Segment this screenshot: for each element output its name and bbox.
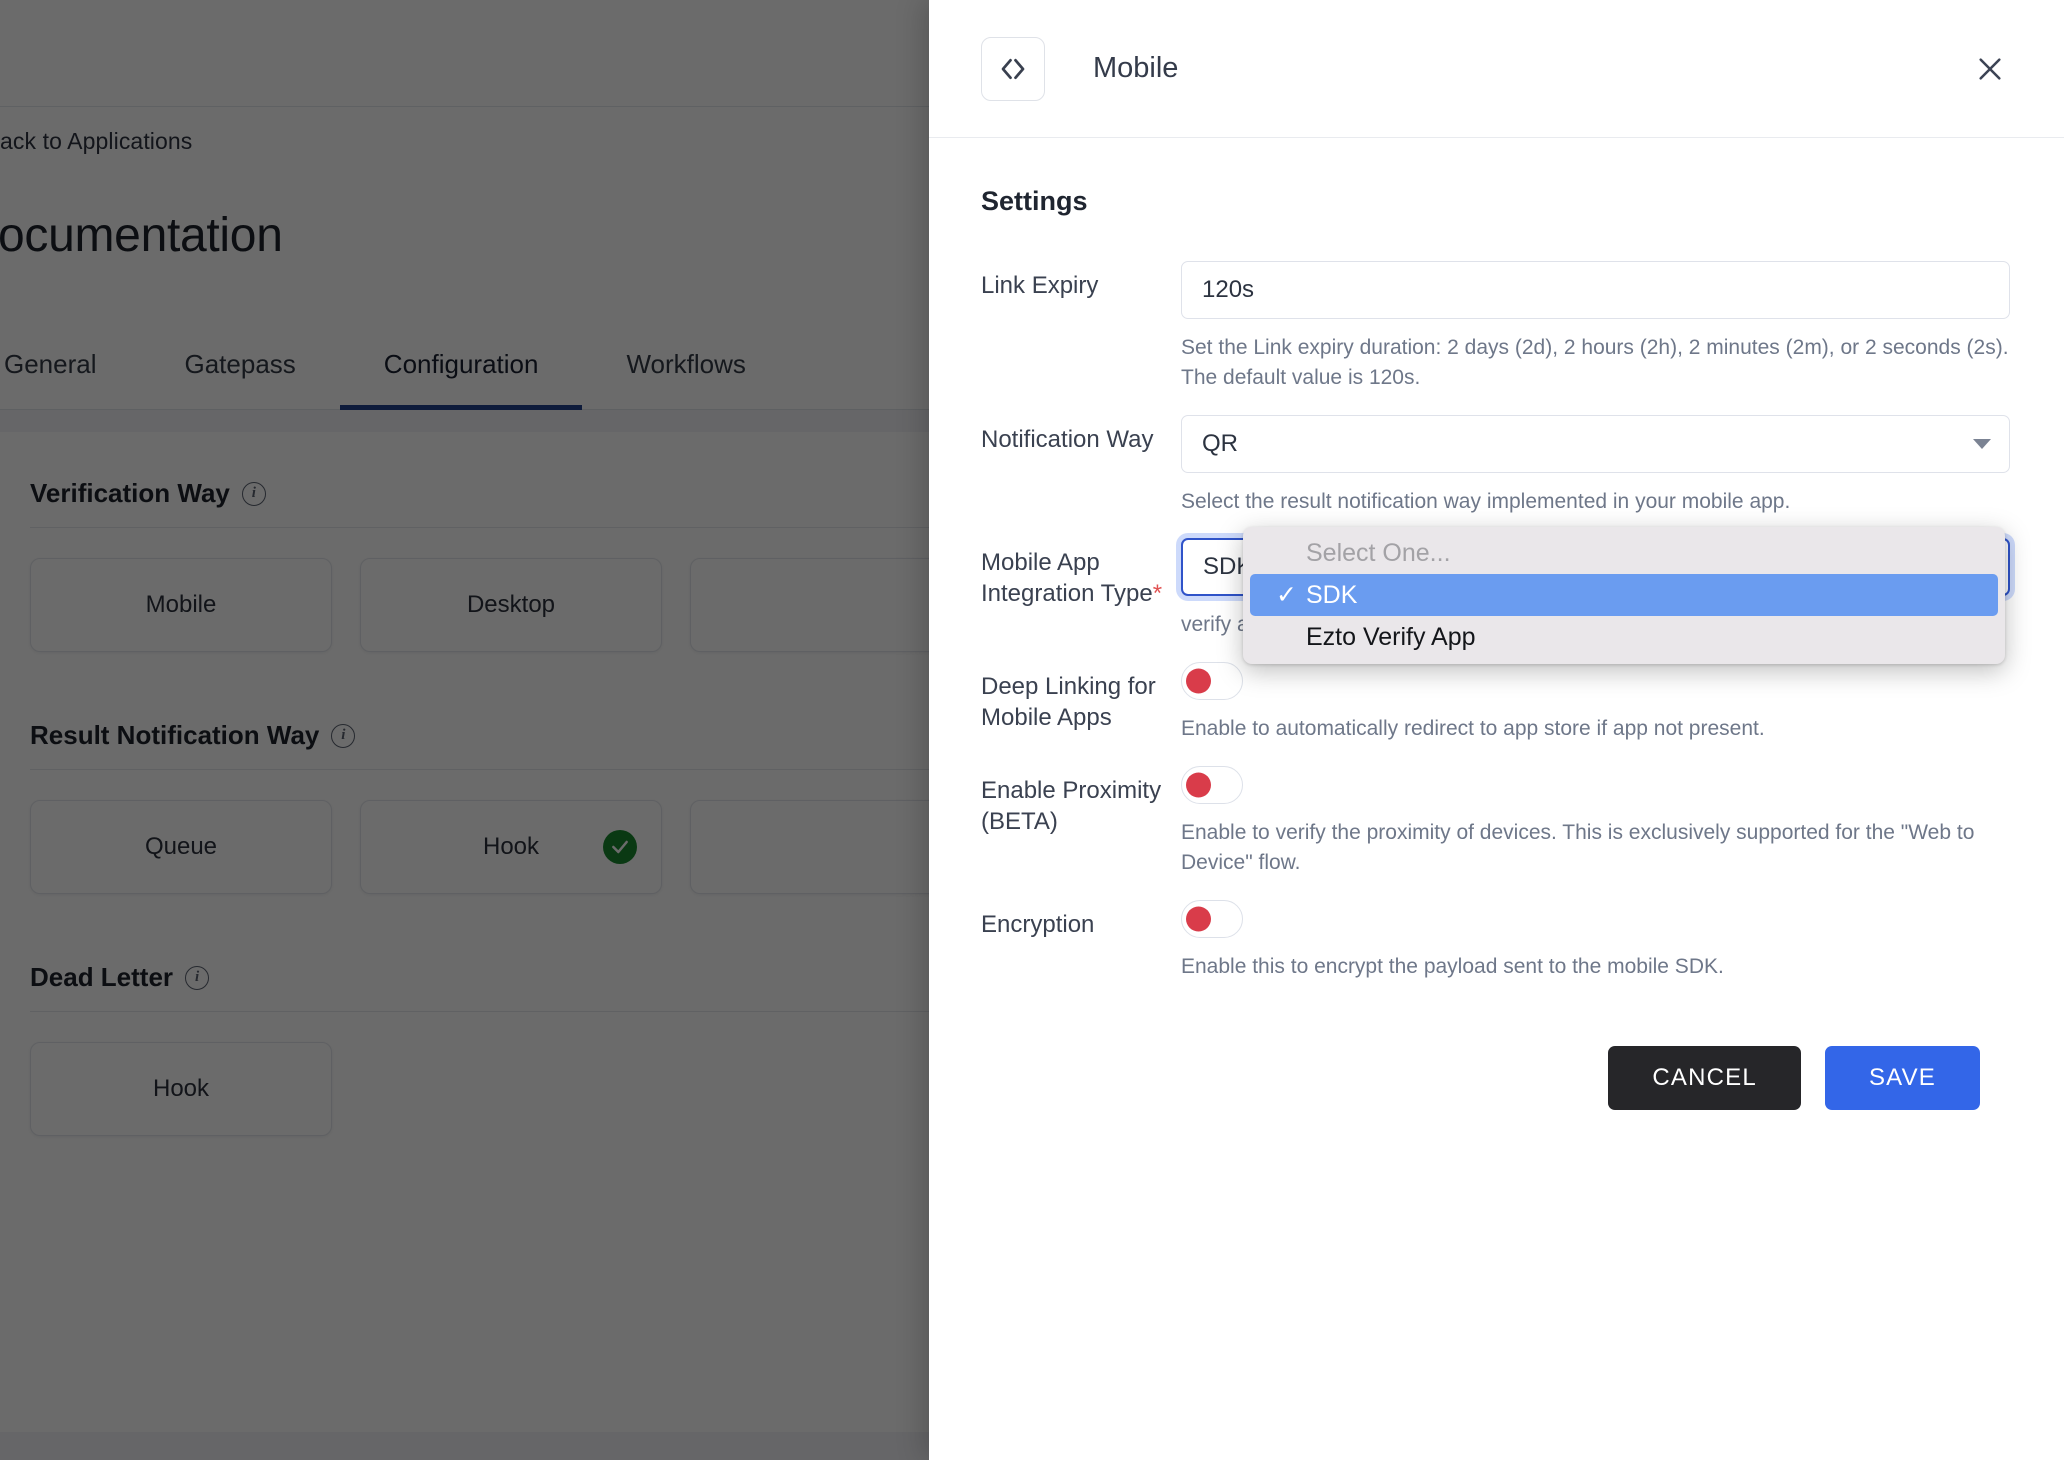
background-body: Verification Way i Mobile Desktop Result [0,410,929,1460]
section-label: Dead Letter [30,962,174,992]
configuration-card: Verification Way i Mobile Desktop Result [0,432,929,1432]
notification-way-select[interactable]: QR [1181,414,2010,473]
option-queue[interactable]: Queue [30,800,332,894]
option-label: Hook [482,833,540,860]
section-title-result-notification-way: Result Notification Way i [30,720,929,770]
code-icon [981,36,1045,101]
field-label: Mobile App Integration Type* [981,538,1181,609]
field-enable-proximity: Enable Proximity (BETA) Enable to verify… [981,766,2034,878]
option-third[interactable] [690,558,929,652]
page-title: ocumentation [0,209,283,262]
chevron-down-icon [1973,438,1991,449]
panel-header: Mobile [929,0,2064,138]
dropdown-item-label: Ezto Verify App [1306,622,1476,651]
link-expiry-input[interactable] [1181,261,2010,319]
option-hook[interactable]: Hook [30,1042,332,1136]
field-help: Select the result notification way imple… [1181,489,1791,513]
mobile-settings-panel: Mobile Settings Link Expiry Set the Link… [929,0,2064,1460]
dropdown-item-select-one[interactable]: Select One... [1250,532,1998,574]
settings-heading: Settings [981,186,1088,216]
tab-configuration[interactable]: Configuration [339,320,583,410]
field-help: Enable to verify the proximity of device… [1181,821,1975,874]
verification-way-options: Mobile Desktop [30,558,929,652]
option-label: Hook [152,1075,210,1102]
panel-actions: CANCEL SAVE [981,990,2034,1110]
field-notification-way: Notification Way QR Select the result no… [981,414,2034,517]
section-title-dead-letter: Dead Letter i [30,962,929,1012]
field-link-expiry: Link Expiry Set the Link expiry duration… [981,261,2034,393]
dropdown-item-label: SDK [1306,580,1358,609]
integration-type-dropdown-menu[interactable]: Select One... ✓ SDK Ezto Verify App [1243,527,2005,664]
tab-workflows[interactable]: Workflows [582,320,789,410]
section-label: Verification Way [30,478,230,508]
option-label: Mobile [145,591,217,618]
save-button[interactable]: SAVE [1824,1045,1980,1110]
info-icon[interactable]: i [241,481,266,506]
toggle-knob [1186,668,1211,694]
option-desktop[interactable]: Desktop [360,558,662,652]
cancel-button[interactable]: CANCEL [1608,1045,1801,1110]
info-icon[interactable]: i [331,723,356,748]
selected-check-icon [603,830,637,864]
check-icon: ✓ [1276,580,1297,609]
breadcrumb-back-to-applications[interactable]: ack to Applications [0,128,192,155]
field-deep-linking: Deep Linking for Mobile Apps Enable to a… [981,662,2034,744]
dropdown-item-ezto-verify-app[interactable]: Ezto Verify App [1250,616,1998,658]
dropdown-item-sdk[interactable]: ✓ SDK [1250,574,1998,616]
option-label: Queue [144,833,218,860]
field-label: Notification Way [981,425,1154,453]
tab-bar: General Gatepass Configuration Workflows [0,320,929,410]
option-label: Desktop [466,591,556,618]
tab-gatepass[interactable]: Gatepass [141,320,340,410]
option-mobile[interactable]: Mobile [30,558,332,652]
required-marker: * [1152,580,1163,608]
option-hook[interactable]: Hook [360,800,662,894]
option-third[interactable] [690,800,929,894]
section-title-verification-way: Verification Way i [30,478,929,528]
close-icon[interactable] [1968,47,2012,91]
result-notification-way-options: Queue Hook [30,800,929,894]
field-label: Enable Proximity (BETA) [981,777,1162,835]
tab-general[interactable]: General [0,320,141,410]
background-page: ack to Applications ocumentation General… [0,0,929,1460]
encryption-toggle[interactable] [1181,899,1243,938]
field-label: Encryption [981,910,1095,938]
field-label-text: Mobile App Integration Type [981,549,1153,608]
field-help: Enable to automatically redirect to app … [1181,717,1765,741]
field-label: Link Expiry [981,272,1099,299]
section-label: Result Notification Way [30,720,320,750]
proximity-toggle[interactable] [1181,766,1243,805]
dropdown-item-label: Select One... [1306,538,1451,567]
field-encryption: Encryption Enable this to encrypt the pa… [981,899,2034,982]
panel-title: Mobile [1093,52,1179,84]
toggle-knob [1186,772,1211,798]
field-help: Enable this to encrypt the payload sent … [1181,954,1724,978]
field-help: Set the Link expiry duration: 2 days (2d… [1181,336,2009,389]
background-topbar [0,0,929,107]
toggle-knob [1186,906,1211,932]
deep-linking-toggle[interactable] [1181,662,1243,701]
selected-value: QR [1202,429,1238,457]
info-icon[interactable]: i [185,965,210,990]
field-label: Deep Linking for Mobile Apps [981,673,1156,731]
dead-letter-options: Hook [30,1042,929,1136]
